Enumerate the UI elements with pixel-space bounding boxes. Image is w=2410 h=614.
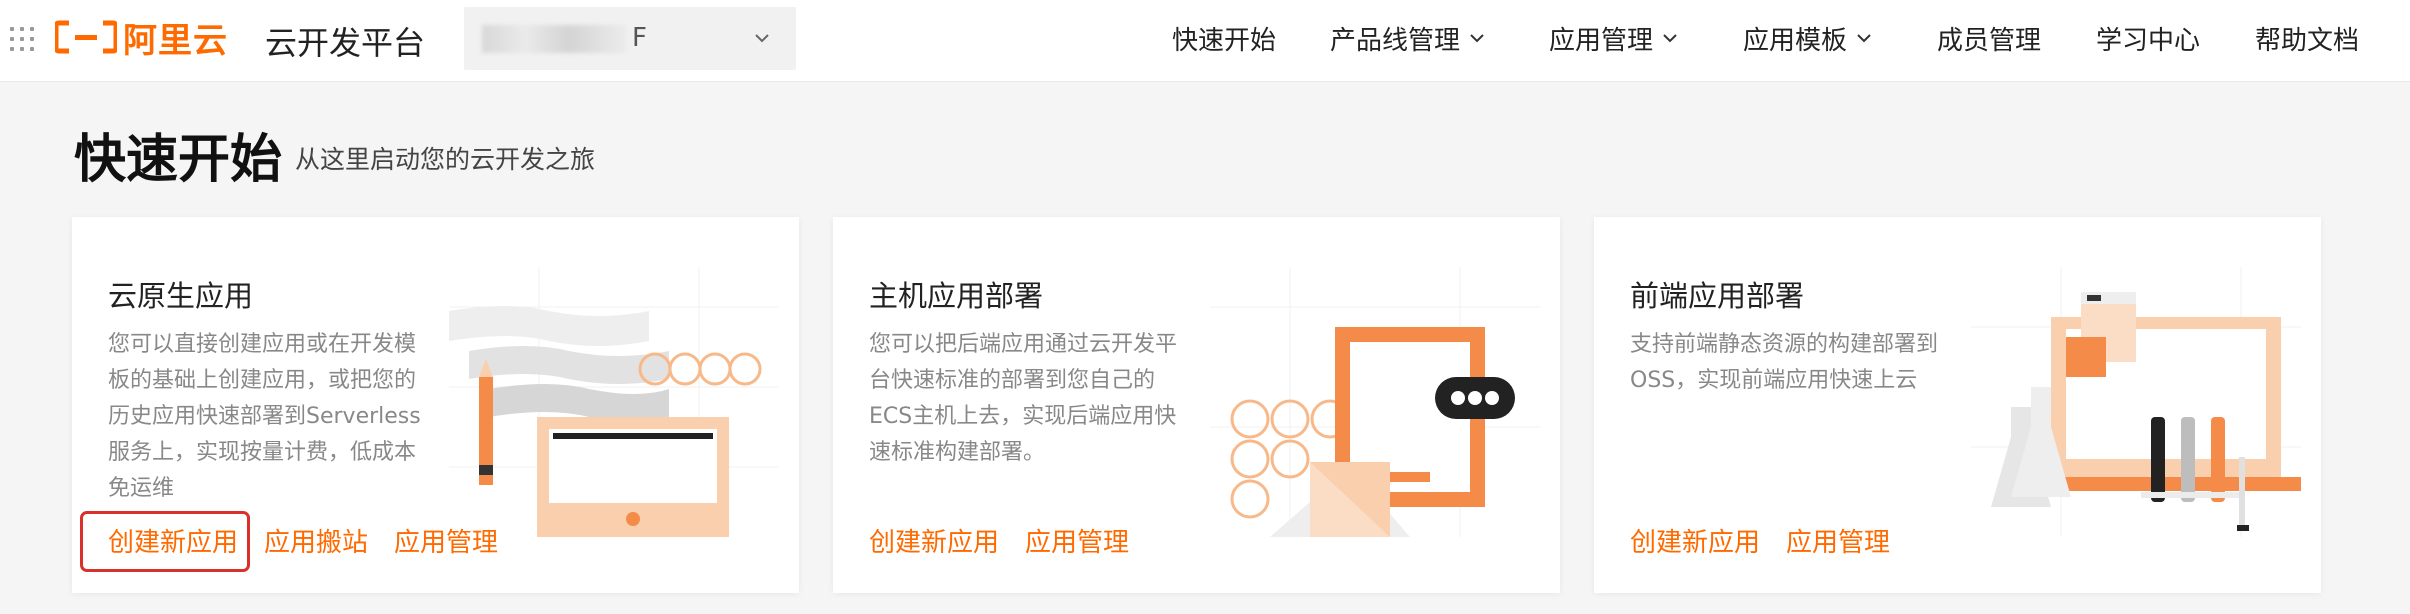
nav-label: 产品线管理 [1330, 25, 1461, 56]
nav-label: 学习中心 [2096, 25, 2201, 56]
card-description: 您可以把后端应用通过云开发平台快速标准的部署到您自己的ECS主机上去，实现后端应… [869, 332, 1178, 465]
chevron-down-icon [1857, 34, 1871, 43]
logo-mark-icon [55, 20, 117, 54]
nav-member-management[interactable]: 成员管理 [1937, 0, 2041, 76]
page-title: 快速开始 [74, 130, 283, 190]
aliyun-logo[interactable]: 阿里云 [55, 17, 228, 61]
create-new-app-link[interactable]: 创建新应用 [869, 522, 999, 559]
app-title: 云开发平台 [265, 24, 426, 62]
nav-label: 帮助文档 [2255, 25, 2360, 56]
apps-grid-icon[interactable] [10, 27, 34, 51]
page-subtitle: 从这里启动您的云开发之旅 [295, 145, 596, 174]
cloud-native-illustration [449, 267, 779, 537]
logo-text: 阿里云 [123, 20, 228, 61]
card-title: 前端应用部署 [1630, 279, 1805, 313]
card-title: 主机应用部署 [869, 279, 1044, 313]
app-management-link[interactable]: 应用管理 [1025, 522, 1129, 559]
nav-app-management[interactable]: 应用管理 [1549, 0, 1677, 76]
chevron-down-icon [1470, 34, 1484, 43]
card-host-app-deploy: 主机应用部署 您可以把后端应用通过云开发平台快速标准的部署到您自己的ECS主机上… [833, 217, 1560, 593]
chevron-down-icon [755, 34, 769, 43]
nav-label: 应用管理 [1549, 25, 1654, 56]
frontend-deploy-illustration [1971, 267, 2301, 537]
nav-app-templates[interactable]: 应用模板 [1743, 0, 1871, 76]
card-title: 云原生应用 [108, 279, 254, 313]
card-description: 支持前端静态资源的构建部署到OSS，实现前端应用快速上云 [1630, 332, 1939, 393]
host-deploy-illustration [1210, 267, 1540, 537]
card-description: 您可以直接创建应用或在开发模板的基础上创建应用，或把您的历史应用快速部署到Ser… [108, 332, 421, 501]
nav-quick-start[interactable]: 快速开始 [1172, 0, 1276, 76]
chevron-down-icon [1663, 34, 1677, 43]
nav-label: 应用模板 [1743, 25, 1848, 56]
top-bar: 阿里云 云开发平台 F 快速开始 产品线管理 应用管理 应用模板 成员管理 学习… [0, 0, 2410, 82]
nav-learning-center[interactable]: 学习中心 [2096, 0, 2200, 76]
product-line-selector[interactable]: F [464, 7, 796, 70]
card-frontend-app-deploy: 前端应用部署 支持前端静态资源的构建部署到OSS，实现前端应用快速上云 创建新应… [1594, 217, 2321, 593]
highlight-annotation [80, 511, 250, 572]
nav-label: 成员管理 [1937, 25, 2042, 56]
nav-product-line-management[interactable]: 产品线管理 [1330, 0, 1484, 76]
nav-label: 快速开始 [1172, 25, 1277, 56]
app-management-link[interactable]: 应用管理 [1786, 522, 1890, 559]
card-links: 创建新应用 应用管理 [1630, 522, 1916, 559]
nav-help-docs[interactable]: 帮助文档 [2255, 0, 2359, 76]
create-new-app-link[interactable]: 创建新应用 [1630, 522, 1760, 559]
app-migration-link[interactable]: 应用搬站 [264, 522, 368, 559]
selector-value: F [632, 23, 647, 53]
blurred-selector-text [482, 25, 627, 53]
card-links: 创建新应用 应用管理 [869, 522, 1155, 559]
